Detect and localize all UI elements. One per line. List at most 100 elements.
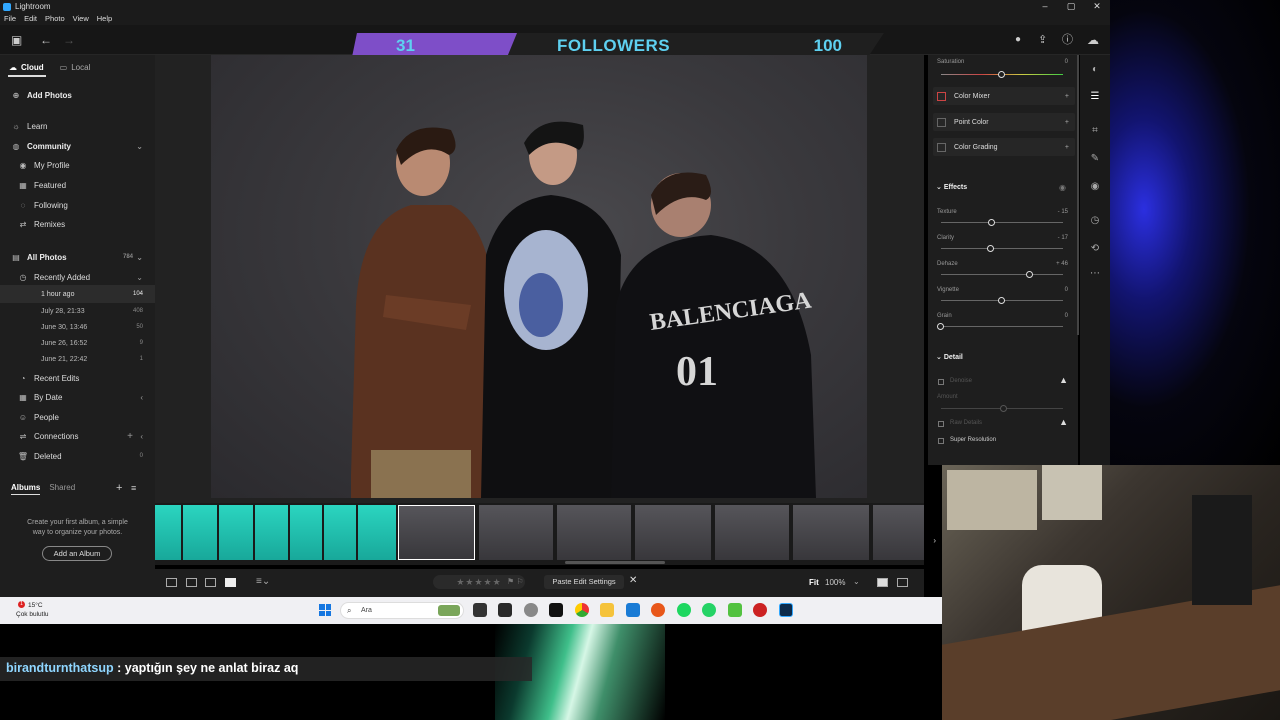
tab-albums[interactable]: Albums: [11, 483, 41, 495]
sort-icon[interactable]: ≡⌄: [256, 576, 270, 587]
sidebar-item-people[interactable]: ☺ People: [0, 408, 155, 426]
recent-item[interactable]: June 21, 22:42 1: [0, 350, 155, 368]
dehaze-slider-track[interactable]: [941, 274, 1063, 275]
menu-view[interactable]: View: [69, 13, 93, 25]
detail-view-icon[interactable]: [205, 578, 216, 587]
sidebar-item-remixes[interactable]: ⇄ Remixes: [0, 215, 155, 233]
chevron-down-icon[interactable]: ⌄: [136, 273, 143, 282]
zoom-fit-button[interactable]: Fit: [809, 578, 819, 587]
add-photos-button[interactable]: ⊕ Add Photos: [0, 86, 155, 104]
app-icon[interactable]: [498, 603, 512, 617]
filmstrip-thumb[interactable]: [290, 505, 322, 560]
maximize-button[interactable]: ▢: [1058, 0, 1084, 13]
texture-slider-track[interactable]: [941, 222, 1063, 223]
filmstrip-scrollbar[interactable]: [565, 561, 665, 564]
lightroom-taskbar-icon[interactable]: [779, 603, 793, 617]
edit-sliders-icon[interactable]: ☰: [1089, 91, 1101, 103]
detail-section-header[interactable]: ⌄ Detail: [936, 353, 963, 361]
texture-slider-knob[interactable]: [988, 219, 996, 226]
dehaze-slider-knob[interactable]: [1026, 271, 1034, 278]
chevron-left-icon[interactable]: ‹: [140, 432, 143, 441]
expand-icon[interactable]: +: [1065, 144, 1069, 151]
help-icon[interactable]: ⓘ: [1062, 33, 1073, 47]
sort-icon[interactable]: ≡: [131, 483, 136, 493]
menu-file[interactable]: File: [0, 13, 20, 25]
visibility-eye-icon[interactable]: ◉: [1059, 183, 1066, 192]
vignette-slider-knob[interactable]: [998, 297, 1005, 304]
grid-view-icon[interactable]: [166, 578, 177, 587]
menu-photo[interactable]: Photo: [41, 13, 69, 25]
filmstrip-thumb[interactable]: [255, 505, 288, 560]
versions-icon[interactable]: ◷: [1089, 215, 1101, 227]
weather-widget[interactable]: 1 15°C Çok bulutlu: [16, 601, 49, 619]
close-button[interactable]: ✕: [1084, 0, 1110, 13]
grain-slider-knob[interactable]: [937, 323, 944, 330]
filmstrip-thumb[interactable]: [479, 505, 553, 560]
sidebar-item-deleted[interactable]: 🗑 Deleted 0: [0, 447, 155, 465]
store-icon[interactable]: [626, 603, 640, 617]
tab-local[interactable]: ▭ Local: [60, 63, 91, 72]
windows-start-icon[interactable]: [319, 604, 331, 616]
forward-arrow-icon[interactable]: →: [63, 33, 75, 47]
filmstrip-thumb[interactable]: [635, 505, 711, 560]
filmstrip-thumb[interactable]: [715, 505, 789, 560]
menu-edit[interactable]: Edit: [20, 13, 41, 25]
brave-icon[interactable]: [651, 603, 665, 617]
chevron-left-icon[interactable]: ‹: [140, 393, 143, 402]
main-photo[interactable]: BALENCIAGA 01: [211, 55, 867, 498]
zoom-level[interactable]: 100%: [825, 578, 845, 587]
square-grid-icon[interactable]: [186, 578, 197, 587]
expand-icon[interactable]: +: [1065, 119, 1069, 126]
bell-icon[interactable]: ●: [1015, 33, 1021, 47]
add-album-button[interactable]: Add an Album: [42, 546, 112, 561]
recent-item[interactable]: 1 hour ago 104: [0, 285, 155, 303]
edit-panel-scrollbar[interactable]: [1077, 55, 1079, 335]
sidebar-item-by-date[interactable]: ▦ By Date ‹: [0, 388, 155, 406]
filmstrip-thumb[interactable]: [183, 505, 217, 560]
filmstrip-thumb[interactable]: [793, 505, 869, 560]
denoise-checkbox[interactable]: [938, 379, 944, 385]
close-icon[interactable]: ✕: [629, 575, 637, 586]
app-icon[interactable]: [549, 603, 563, 617]
clarity-slider-track[interactable]: [941, 248, 1063, 249]
sidebar-item-recently-added[interactable]: ◷ Recently Added ⌄: [0, 268, 155, 286]
more-icon[interactable]: ⋯: [1089, 268, 1101, 280]
share-icon[interactable]: ⇪: [1038, 33, 1047, 47]
clarity-slider-knob[interactable]: [987, 245, 995, 252]
crop-icon[interactable]: ⌗: [1089, 125, 1101, 137]
task-view-icon[interactable]: [473, 603, 487, 617]
sidebar-item-all-photos[interactable]: ▤ All Photos 784 ⌄: [0, 248, 155, 266]
presets-icon[interactable]: ◐: [1089, 64, 1101, 76]
sidebar-item-recent-edits[interactable]: ◔ Recent Edits: [0, 369, 155, 387]
sidebar-item-my-profile[interactable]: ◉ My Profile: [0, 156, 155, 174]
sidebar-item-connections[interactable]: ⇌ Connections + ‹: [0, 427, 155, 445]
app-icon[interactable]: [753, 603, 767, 617]
taskbar-search[interactable]: ⌕ Ara: [340, 602, 464, 619]
raw-details-checkbox[interactable]: [938, 421, 944, 427]
menu-help[interactable]: Help: [93, 13, 116, 25]
compare-icon[interactable]: [897, 578, 908, 587]
super-resolution-checkbox[interactable]: [938, 438, 944, 444]
tab-shared[interactable]: Shared: [49, 483, 75, 495]
chevron-down-icon[interactable]: ⌄: [136, 253, 143, 262]
panel-toggle-icon[interactable]: ▣: [11, 33, 22, 47]
expand-icon[interactable]: +: [1065, 93, 1069, 100]
tab-cloud[interactable]: ☁ Cloud: [9, 63, 44, 72]
sidebar-item-learn[interactable]: ☼ Learn: [0, 117, 155, 135]
masking-icon[interactable]: ◉: [1089, 181, 1101, 193]
filmstrip-thumb-selected[interactable]: [398, 505, 475, 560]
sidebar-item-following[interactable]: ◌ Following: [0, 196, 155, 214]
info-panel-icon[interactable]: [877, 578, 888, 587]
amount-slider-knob[interactable]: [1000, 405, 1007, 412]
paste-edit-settings-button[interactable]: Paste Edit Settings: [544, 575, 624, 589]
healing-icon[interactable]: ✎: [1089, 153, 1101, 165]
filmstrip-thumb[interactable]: [873, 505, 924, 560]
cloud-icon[interactable]: ☁: [1087, 33, 1099, 47]
chevron-down-icon[interactable]: ⌄: [136, 142, 143, 151]
app-icon[interactable]: [524, 603, 538, 617]
spotify-icon[interactable]: [677, 603, 691, 617]
filmstrip-thumb[interactable]: [324, 505, 356, 560]
color-grading-section[interactable]: Color Grading +: [933, 138, 1075, 156]
saturation-slider-knob[interactable]: [998, 71, 1005, 78]
color-mixer-section[interactable]: Color Mixer +: [933, 87, 1075, 105]
